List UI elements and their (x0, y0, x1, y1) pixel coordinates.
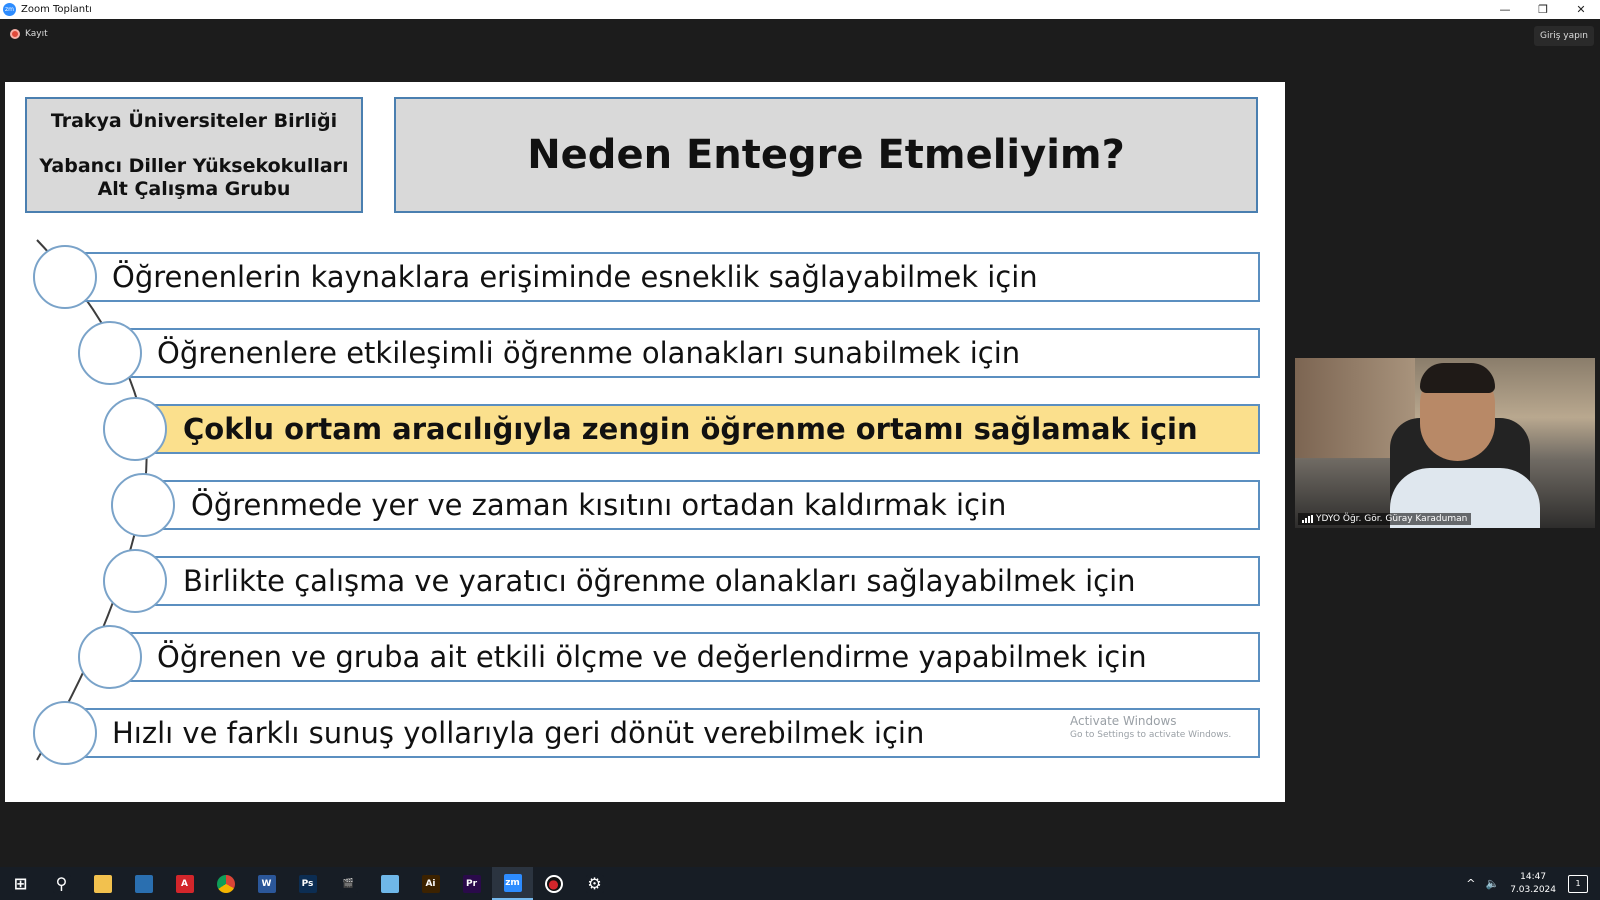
word-icon: W (257, 874, 276, 893)
bullet-circle-icon (103, 397, 167, 461)
list-item-text: Öğrenen ve gruba ait etkili ölçme ve değ… (157, 640, 1147, 674)
restore-button[interactable]: ❐ (1524, 0, 1562, 19)
watermark-line1: Activate Windows (1070, 714, 1177, 728)
bullet-circle-icon (78, 625, 142, 689)
system-tray: ^ 🔈 14:47 7.03.2024 1 (1461, 867, 1600, 900)
taskbar-photoshop-button[interactable]: Ps (287, 867, 328, 900)
bullet-circle-icon (78, 321, 142, 385)
bullet-circle-icon (33, 245, 97, 309)
zoom-app-icon: zm (3, 3, 16, 16)
volume-icon[interactable]: 🔈 (1485, 877, 1499, 890)
taskbar-file-explorer-button[interactable] (82, 867, 123, 900)
windows-taskbar: ⊞ ⚲ A W Ps 🎬 Ai Pr zm ● ⚙ ^ 🔈 14:47 7.03.2024 1 (0, 867, 1600, 900)
list-item-text: Çoklu ortam aracılığıyla zengin öğrenme … (183, 412, 1198, 446)
window-titlebar: zm Zoom Toplantı — ❐ ✕ (0, 0, 1600, 19)
bullet-circle-icon (111, 473, 175, 537)
taskbar-settings-button[interactable]: ⚙ (574, 867, 615, 900)
list-item: Birlikte çalışma ve yaratıcı öğrenme ola… (129, 556, 1260, 606)
participant-video[interactable]: YDYO Öğr. Gör. Güray Karaduman (1295, 358, 1595, 528)
taskbar-recorder-button[interactable]: ● (533, 867, 574, 900)
taskbar-chrome-button[interactable] (205, 867, 246, 900)
minimize-button[interactable]: — (1486, 0, 1524, 19)
list-item-text: Birlikte çalışma ve yaratıcı öğrenme ola… (183, 564, 1136, 598)
notes-icon (380, 874, 399, 893)
screen-icon (134, 874, 153, 893)
list-item-text: Öğrenenlerin kaynaklara erişiminde esnek… (112, 260, 1038, 294)
taskbar-premiere-button[interactable]: Pr (451, 867, 492, 900)
record-dot-icon (10, 29, 20, 39)
list-item: Öğrenenlerin kaynaklara erişiminde esnek… (60, 252, 1260, 302)
window-title: Zoom Toplantı (21, 4, 92, 15)
close-button[interactable]: ✕ (1562, 0, 1600, 19)
premiere-icon: Pr (462, 874, 481, 893)
participant-name: YDYO Öğr. Gör. Güray Karaduman (1316, 514, 1468, 524)
movie-maker-icon: 🎬 (339, 874, 358, 893)
taskbar-start-button[interactable]: ⊞ (0, 867, 41, 900)
bullet-circle-icon (33, 701, 97, 765)
taskbar-movie-maker-button[interactable]: 🎬 (328, 867, 369, 900)
list-item: Öğrenmede yer ve zaman kısıtını ortadan … (137, 480, 1260, 530)
illustrator-icon: Ai (421, 874, 440, 893)
search-icon: ⚲ (52, 874, 71, 893)
taskbar-clock[interactable]: 14:47 7.03.2024 (1510, 871, 1556, 897)
video-person-hair (1420, 363, 1495, 393)
list-item-highlighted: Çoklu ortam aracılığıyla zengin öğrenme … (129, 404, 1260, 454)
clock-date: 7.03.2024 (1510, 884, 1556, 895)
notification-icon[interactable]: 1 (1568, 874, 1588, 893)
list-item-text: Hızlı ve farklı sunuş yollarıyla geri dö… (112, 716, 925, 750)
chrome-icon (216, 874, 235, 893)
photoshop-icon: Ps (298, 874, 317, 893)
start-icon: ⊞ (11, 874, 30, 893)
taskbar-search-button[interactable]: ⚲ (41, 867, 82, 900)
taskbar-acrobat-button[interactable]: A (164, 867, 205, 900)
file-explorer-icon (93, 874, 112, 893)
list-item: Öğrenenlere etkileşimli öğrenme olanakla… (105, 328, 1260, 378)
window-controls: — ❐ ✕ (1486, 0, 1600, 19)
taskbar-apps: ⊞ ⚲ A W Ps 🎬 Ai Pr zm ● ⚙ (0, 867, 615, 900)
recorder-icon: ● (544, 874, 563, 893)
recording-indicator[interactable]: Kayıt (10, 29, 48, 39)
signin-button[interactable]: Giriş yapın (1534, 26, 1594, 46)
acrobat-icon: A (175, 874, 194, 893)
watermark-line2: Go to Settings to activate Windows. (1070, 730, 1232, 740)
shared-slide: Trakya Üniversiteler Birliği Yabancı Dil… (5, 82, 1285, 802)
tray-chevron-icon[interactable]: ^ (1466, 877, 1475, 890)
taskbar-illustrator-button[interactable]: Ai (410, 867, 451, 900)
list-item: Öğrenen ve gruba ait etkili ölçme ve değ… (105, 632, 1260, 682)
signal-strength-icon (1302, 515, 1313, 523)
taskbar-word-button[interactable]: W (246, 867, 287, 900)
clock-time: 14:47 (1520, 871, 1547, 882)
taskbar-notes-button[interactable] (369, 867, 410, 900)
taskbar-screen-button[interactable] (123, 867, 164, 900)
taskbar-zoom-button[interactable]: zm (492, 867, 533, 900)
zoom-icon: zm (503, 873, 522, 892)
settings-icon: ⚙ (585, 874, 604, 893)
activate-windows-watermark: Activate Windows Go to Settings to activ… (1070, 714, 1231, 740)
list-item-text: Öğrenmede yer ve zaman kısıtını ortadan … (191, 488, 1007, 522)
list-item-text: Öğrenenlere etkileşimli öğrenme olanakla… (157, 336, 1021, 370)
bullet-circle-icon (103, 549, 167, 613)
participant-name-tag: YDYO Öğr. Gör. Güray Karaduman (1298, 513, 1472, 525)
recording-label: Kayıt (25, 29, 48, 39)
